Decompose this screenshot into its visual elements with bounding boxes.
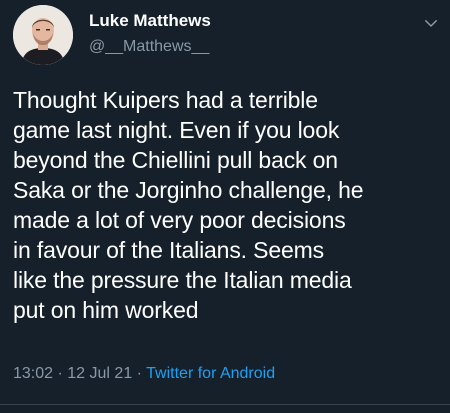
- author-handle[interactable]: @__Matthews__: [89, 38, 209, 56]
- chevron-down-icon[interactable]: [422, 14, 440, 32]
- tweet-source-link[interactable]: Twitter for Android: [146, 365, 275, 382]
- tweet-date[interactable]: 12 Jul 21: [67, 365, 132, 382]
- tweet-text: Thought Kuipers had a terrible game last…: [13, 87, 364, 323]
- profile-photo: [13, 5, 73, 65]
- tweet-meta: 13:02 · 12 Jul 21 · Twitter for Android: [13, 365, 275, 383]
- avatar[interactable]: [13, 5, 73, 65]
- author-display-name[interactable]: Luke Matthews: [89, 11, 211, 31]
- meta-separator: ·: [136, 365, 142, 382]
- meta-separator: ·: [57, 365, 63, 382]
- tweet-time[interactable]: 13:02: [13, 365, 53, 382]
- divider: [0, 404, 450, 405]
